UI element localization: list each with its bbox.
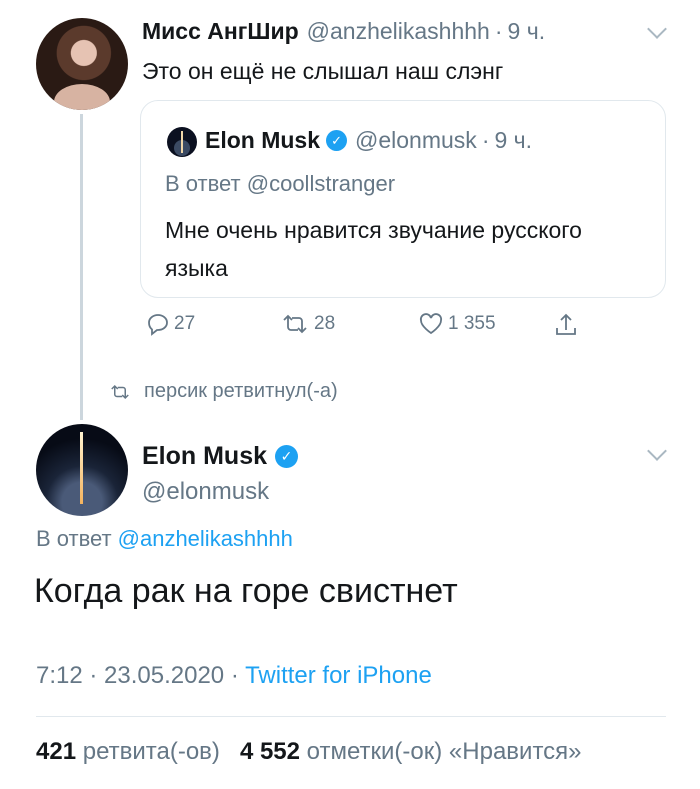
heart-icon bbox=[419, 313, 443, 335]
retweet-banner[interactable]: персик ретвитнул(-а) bbox=[108, 380, 338, 403]
reply-icon bbox=[148, 314, 168, 336]
tweet-stats: 421 ретвита(-ов) 4 552 отметки(-ок) «Нра… bbox=[36, 738, 582, 766]
retweet-count: 28 bbox=[314, 313, 336, 334]
likes-label[interactable]: отметки(-ок) «Нравится» bbox=[307, 738, 582, 765]
avatar[interactable] bbox=[36, 18, 128, 110]
retweets-label[interactable]: ретвита(-ов) bbox=[83, 738, 220, 765]
tweet-anzhelikashhhh[interactable]: Мисс АнгШир @anzhelikashhhh · 9 ч. Это о… bbox=[0, 0, 700, 420]
divider bbox=[36, 716, 666, 717]
share-icon bbox=[556, 313, 576, 335]
like-button[interactable]: 1 355 bbox=[418, 312, 496, 336]
reply-to-line: В ответ @anzhelikashhhh bbox=[36, 526, 293, 552]
reply-count: 27 bbox=[174, 313, 196, 334]
avatar[interactable] bbox=[36, 424, 128, 516]
quoted-tweet[interactable]: Elon Musk ✓ @elonmusk · 9 ч. В ответ @co… bbox=[140, 100, 666, 298]
author-handle[interactable]: @anzhelikashhhh bbox=[307, 18, 490, 45]
tweet-header: Мисс АнгШир @anzhelikashhhh · 9 ч. bbox=[142, 18, 546, 45]
author-name[interactable]: Мисс АнгШир bbox=[142, 18, 299, 45]
retweet-icon bbox=[111, 384, 129, 399]
reply-to-link[interactable]: @anzhelikashhhh bbox=[118, 526, 293, 551]
reply-button[interactable]: 27 bbox=[146, 312, 195, 336]
quoted-author-name: Elon Musk bbox=[205, 127, 321, 153]
quoted-time: 9 ч. bbox=[494, 127, 533, 153]
tweet-text: Когда рак на горе свистнет bbox=[34, 572, 458, 610]
verified-badge-icon: ✓ bbox=[326, 130, 348, 151]
retweet-icon bbox=[283, 314, 307, 334]
thread-line bbox=[80, 114, 83, 420]
verified-badge-icon: ✓ bbox=[275, 445, 299, 468]
tweet-source-link[interactable]: Twitter for iPhone bbox=[245, 662, 432, 689]
author-name-row[interactable]: Elon Musk ✓ bbox=[142, 442, 299, 471]
quoted-reply-to: В ответ @coollstranger bbox=[165, 171, 396, 196]
tweet-actions: 27 28 1 355 bbox=[0, 312, 700, 342]
retweet-banner-text: персик ретвитнул(-а) bbox=[144, 380, 338, 402]
quoted-header: Elon Musk ✓ @elonmusk · 9 ч. bbox=[205, 127, 533, 153]
retweets-count[interactable]: 421 bbox=[36, 738, 76, 765]
tweet-time[interactable]: 9 ч. bbox=[508, 18, 546, 45]
chevron-down-icon[interactable] bbox=[647, 19, 667, 39]
chevron-down-icon[interactable] bbox=[647, 441, 667, 461]
author-name[interactable]: Elon Musk bbox=[142, 442, 267, 471]
tweet-meta: 7:12 · 23.05.2020 · Twitter for iPhone bbox=[36, 662, 432, 690]
reply-prefix: В ответ bbox=[36, 526, 112, 551]
share-button[interactable] bbox=[553, 312, 583, 338]
like-count: 1 355 bbox=[448, 313, 496, 334]
tweet-text: Это он ещё не слышал наш слэнг bbox=[142, 58, 504, 84]
quoted-author-handle: @elonmusk bbox=[355, 127, 477, 153]
author-handle[interactable]: @elonmusk bbox=[142, 478, 269, 506]
retweet-button[interactable]: 28 bbox=[280, 312, 335, 336]
timestamp[interactable]: 7:12 · 23.05.2020 · bbox=[36, 662, 239, 689]
likes-count[interactable]: 4 552 bbox=[240, 738, 300, 765]
quoted-text: Мне очень нравится звучание русского язы… bbox=[165, 217, 582, 281]
avatar bbox=[167, 127, 197, 157]
